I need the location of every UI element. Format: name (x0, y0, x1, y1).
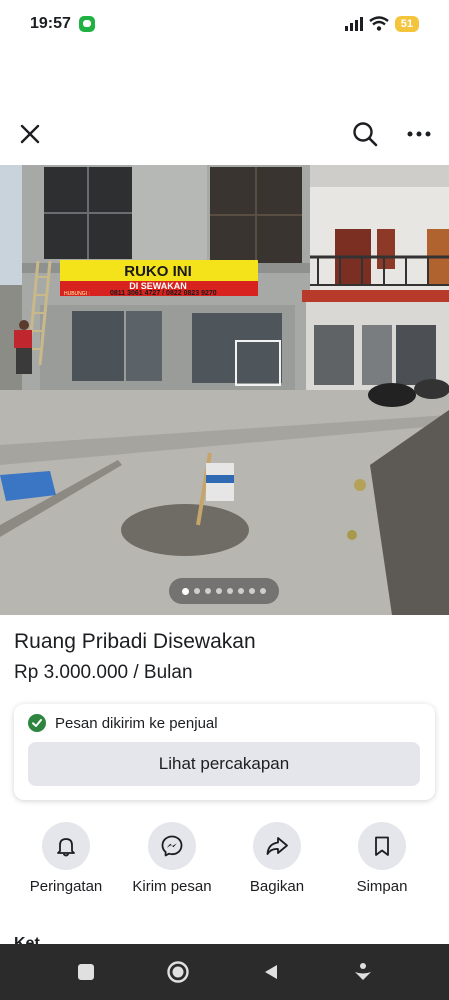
share-icon (266, 837, 288, 855)
close-button[interactable] (16, 120, 44, 148)
send-message-action[interactable]: Kirim pesan (117, 822, 227, 895)
bookmark-icon (375, 836, 389, 856)
clock: 19:57 (30, 15, 71, 32)
status-left: 19:57 (30, 15, 95, 33)
listing-photo-scene: RUKO INI DI SEWAKAN HUBUNGI : 0811 3061 … (0, 165, 449, 615)
banner-title: RUKO INI (124, 263, 192, 280)
listing-photo[interactable]: RUKO INI DI SEWAKAN HUBUNGI : 0811 3061 … (0, 165, 449, 615)
back-icon (264, 965, 277, 979)
assistant-button[interactable] (343, 952, 383, 992)
banner-contact-prefix: HUBUNGI : (64, 291, 90, 297)
alert-action-circle[interactable] (42, 822, 90, 870)
listing-price: Rp 3.000.000 / Bulan (14, 662, 193, 683)
search-button[interactable] (351, 120, 379, 148)
alert-action-label: Peringatan (29, 878, 103, 895)
message-status: Pesan dikirim ke penjual (28, 714, 218, 732)
pagination-dot[interactable] (249, 588, 255, 594)
pagination-dot[interactable] (216, 588, 222, 594)
alert-action[interactable]: Peringatan (11, 822, 121, 895)
pagination-dot[interactable] (227, 588, 233, 594)
send-message-action-circle[interactable] (148, 822, 196, 870)
download-arrow-icon (354, 963, 371, 980)
status-bar: 19:57 51 (0, 0, 449, 48)
save-action-circle[interactable] (358, 822, 406, 870)
pagination-dot[interactable] (194, 588, 200, 594)
system-nav-bar (0, 944, 449, 1000)
pagination-dot[interactable] (238, 588, 244, 594)
signal-icon (344, 17, 363, 31)
message-status-text: Pesan dikirim ke penjual (55, 714, 218, 732)
save-action[interactable]: Simpan (327, 822, 437, 895)
image-pagination-dots (169, 578, 279, 604)
home-button[interactable] (158, 952, 198, 992)
home-icon (167, 961, 190, 983)
recents-icon (78, 964, 95, 980)
send-message-action-label: Kirim pesan (132, 878, 212, 895)
share-action-circle[interactable] (253, 822, 301, 870)
close-icon (20, 124, 40, 144)
search-icon (353, 122, 378, 147)
chat-notification-icon (78, 16, 95, 32)
share-action-label: Bagikan (249, 878, 305, 895)
more-icon (407, 131, 431, 137)
recents-button[interactable] (66, 952, 106, 992)
top-nav (0, 112, 449, 156)
listing-title: Ruang Pribadi Disewakan (14, 630, 256, 653)
messenger-icon (161, 835, 183, 857)
wifi-icon (369, 16, 389, 31)
check-circle-icon (28, 714, 46, 732)
more-options-button[interactable] (405, 120, 433, 148)
pagination-dot[interactable] (182, 587, 189, 595)
save-action-label: Simpan (356, 878, 408, 895)
view-conversation-button[interactable]: Lihat percakapan (28, 742, 420, 786)
message-sent-card: Pesan dikirim ke penjual Lihat percakapa… (14, 704, 435, 800)
back-button[interactable] (251, 952, 291, 992)
action-row: Peringatan Kirim pesan Bagikan Simpan (0, 822, 449, 902)
nav-right (351, 120, 433, 148)
battery-indicator: 51 (394, 16, 419, 32)
status-right: 51 (344, 16, 419, 32)
share-action[interactable]: Bagikan (222, 822, 332, 895)
bell-icon (57, 838, 75, 857)
pagination-dot[interactable] (260, 588, 266, 594)
pagination-dot[interactable] (205, 588, 211, 594)
banner-contact: 0811 3061 4727 / 0822 0823 9270 (110, 290, 217, 297)
